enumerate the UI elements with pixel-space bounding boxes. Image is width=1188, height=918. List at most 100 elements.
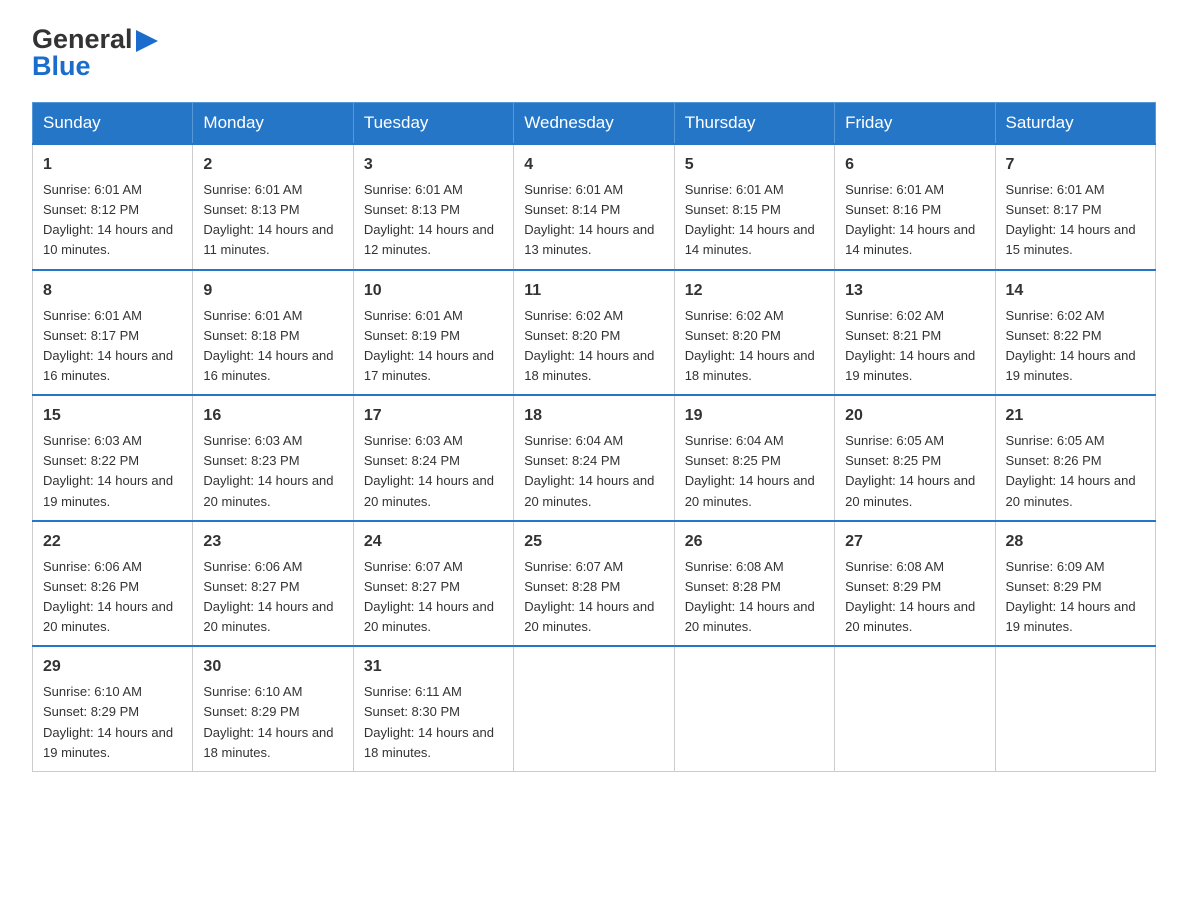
day-info: Sunrise: 6:02 AMSunset: 8:21 PMDaylight:… [845,306,984,387]
day-info: Sunrise: 6:01 AMSunset: 8:19 PMDaylight:… [364,306,503,387]
calendar-week-4: 22 Sunrise: 6:06 AMSunset: 8:26 PMDayligh… [33,521,1156,647]
day-number: 17 [364,404,503,428]
calendar-cell: 6Sunrise: 6:01 AMSunset: 8:16 PMDaylight… [835,144,995,270]
day-info: Sunrise: 6:09 AMSunset: 8:29 PMDaylight:… [1006,557,1145,638]
logo-triangle-icon [136,30,158,52]
day-info: Sunrise: 6:01 AMSunset: 8:15 PMDaylight:… [685,180,824,261]
day-info: Sunrise: 6:08 AMSunset: 8:29 PMDaylight:… [845,557,984,638]
logo-blue-text: Blue [32,51,91,82]
day-info: Sunrise: 6:10 AMSunset: 8:29 PMDaylight:… [203,682,342,763]
day-info: Sunrise: 6:01 AMSunset: 8:13 PMDaylight:… [364,180,503,261]
calendar-week-3: 15 Sunrise: 6:03 AMSunset: 8:22 PMDayligh… [33,395,1156,521]
day-number: 14 [1006,279,1145,303]
calendar-header-tuesday: Tuesday [353,103,513,145]
calendar-week-2: 8Sunrise: 6:01 AMSunset: 8:17 PMDaylight… [33,270,1156,396]
day-number: 4 [524,153,663,177]
day-number: 12 [685,279,824,303]
calendar-cell: 2 Sunrise: 6:01 AMSunset: 8:13 PMDaylight… [193,144,353,270]
day-number: 5 [685,153,824,177]
day-info: Sunrise: 6:03 AMSunset: 8:22 PMDaylight:… [43,431,182,512]
day-info: Sunrise: 6:10 AMSunset: 8:29 PMDaylight:… [43,682,182,763]
calendar-cell: 15 Sunrise: 6:03 AMSunset: 8:22 PMDayligh… [33,395,193,521]
calendar-cell: 19 Sunrise: 6:04 AMSunset: 8:25 PMDayligh… [674,395,834,521]
calendar-header-saturday: Saturday [995,103,1155,145]
day-info: Sunrise: 6:06 AMSunset: 8:27 PMDaylight:… [203,557,342,638]
calendar-cell: 30 Sunrise: 6:10 AMSunset: 8:29 PMDayligh… [193,646,353,771]
day-number: 18 [524,404,663,428]
calendar-cell: 5 Sunrise: 6:01 AMSunset: 8:15 PMDaylight… [674,144,834,270]
day-number: 19 [685,404,824,428]
day-number: 1 [43,153,182,177]
day-info: Sunrise: 6:01 AMSunset: 8:13 PMDaylight:… [203,180,342,261]
day-number: 30 [203,655,342,679]
day-number: 23 [203,530,342,554]
calendar-cell: 12 Sunrise: 6:02 AMSunset: 8:20 PMDayligh… [674,270,834,396]
calendar-cell: 9 Sunrise: 6:01 AMSunset: 8:18 PMDaylight… [193,270,353,396]
calendar-cell: 17 Sunrise: 6:03 AMSunset: 8:24 PMDayligh… [353,395,513,521]
day-info: Sunrise: 6:02 AMSunset: 8:20 PMDaylight:… [685,306,824,387]
day-number: 24 [364,530,503,554]
calendar-cell: 11 Sunrise: 6:02 AMSunset: 8:20 PMDayligh… [514,270,674,396]
day-info: Sunrise: 6:07 AMSunset: 8:27 PMDaylight:… [364,557,503,638]
calendar-cell: 25 Sunrise: 6:07 AMSunset: 8:28 PMDayligh… [514,521,674,647]
day-number: 28 [1006,530,1145,554]
day-info: Sunrise: 6:06 AMSunset: 8:26 PMDaylight:… [43,557,182,638]
calendar-week-1: 1 Sunrise: 6:01 AMSunset: 8:12 PMDaylight… [33,144,1156,270]
day-info: Sunrise: 6:05 AMSunset: 8:26 PMDaylight:… [1006,431,1145,512]
day-info: Sunrise: 6:01 AMSunset: 8:16 PMDaylight:… [845,180,984,261]
calendar-header-thursday: Thursday [674,103,834,145]
calendar-cell: 7 Sunrise: 6:01 AMSunset: 8:17 PMDaylight… [995,144,1155,270]
day-number: 16 [203,404,342,428]
calendar-cell: 1 Sunrise: 6:01 AMSunset: 8:12 PMDaylight… [33,144,193,270]
day-number: 15 [43,404,182,428]
page-header: General Blue [32,24,1156,82]
day-info: Sunrise: 6:05 AMSunset: 8:25 PMDaylight:… [845,431,984,512]
day-number: 2 [203,153,342,177]
calendar-cell: 23 Sunrise: 6:06 AMSunset: 8:27 PMDayligh… [193,521,353,647]
day-info: Sunrise: 6:02 AMSunset: 8:20 PMDaylight:… [524,306,663,387]
day-number: 25 [524,530,663,554]
calendar-week-5: 29Sunrise: 6:10 AMSunset: 8:29 PMDayligh… [33,646,1156,771]
calendar-table: SundayMondayTuesdayWednesdayThursdayFrid… [32,102,1156,772]
day-info: Sunrise: 6:01 AMSunset: 8:17 PMDaylight:… [1006,180,1145,261]
day-number: 26 [685,530,824,554]
day-info: Sunrise: 6:04 AMSunset: 8:25 PMDaylight:… [685,431,824,512]
day-number: 20 [845,404,984,428]
day-info: Sunrise: 6:07 AMSunset: 8:28 PMDaylight:… [524,557,663,638]
day-number: 3 [364,153,503,177]
calendar-cell: 10 Sunrise: 6:01 AMSunset: 8:19 PMDayligh… [353,270,513,396]
calendar-cell: 22 Sunrise: 6:06 AMSunset: 8:26 PMDayligh… [33,521,193,647]
calendar-header-row: SundayMondayTuesdayWednesdayThursdayFrid… [33,103,1156,145]
day-info: Sunrise: 6:03 AMSunset: 8:23 PMDaylight:… [203,431,342,512]
calendar-cell [995,646,1155,771]
calendar-cell: 26 Sunrise: 6:08 AMSunset: 8:28 PMDayligh… [674,521,834,647]
calendar-cell: 29Sunrise: 6:10 AMSunset: 8:29 PMDayligh… [33,646,193,771]
day-number: 7 [1006,153,1145,177]
day-number: 9 [203,279,342,303]
day-info: Sunrise: 6:01 AMSunset: 8:18 PMDaylight:… [203,306,342,387]
day-number: 31 [364,655,503,679]
day-number: 21 [1006,404,1145,428]
day-info: Sunrise: 6:01 AMSunset: 8:14 PMDaylight:… [524,180,663,261]
day-info: Sunrise: 6:11 AMSunset: 8:30 PMDaylight:… [364,682,503,763]
calendar-cell: 21 Sunrise: 6:05 AMSunset: 8:26 PMDayligh… [995,395,1155,521]
calendar-cell: 18 Sunrise: 6:04 AMSunset: 8:24 PMDayligh… [514,395,674,521]
day-info: Sunrise: 6:01 AMSunset: 8:12 PMDaylight:… [43,180,182,261]
calendar-header-wednesday: Wednesday [514,103,674,145]
day-info: Sunrise: 6:03 AMSunset: 8:24 PMDaylight:… [364,431,503,512]
day-number: 11 [524,279,663,303]
calendar-cell: 24 Sunrise: 6:07 AMSunset: 8:27 PMDayligh… [353,521,513,647]
calendar-cell: 4 Sunrise: 6:01 AMSunset: 8:14 PMDaylight… [514,144,674,270]
day-info: Sunrise: 6:02 AMSunset: 8:22 PMDaylight:… [1006,306,1145,387]
calendar-cell [674,646,834,771]
day-info: Sunrise: 6:08 AMSunset: 8:28 PMDaylight:… [685,557,824,638]
day-number: 27 [845,530,984,554]
logo: General Blue [32,24,158,82]
calendar-header-friday: Friday [835,103,995,145]
calendar-cell: 14 Sunrise: 6:02 AMSunset: 8:22 PMDayligh… [995,270,1155,396]
day-number: 10 [364,279,503,303]
day-number: 22 [43,530,182,554]
day-number: 8 [43,279,182,303]
day-info: Sunrise: 6:04 AMSunset: 8:24 PMDaylight:… [524,431,663,512]
calendar-cell: 16 Sunrise: 6:03 AMSunset: 8:23 PMDayligh… [193,395,353,521]
